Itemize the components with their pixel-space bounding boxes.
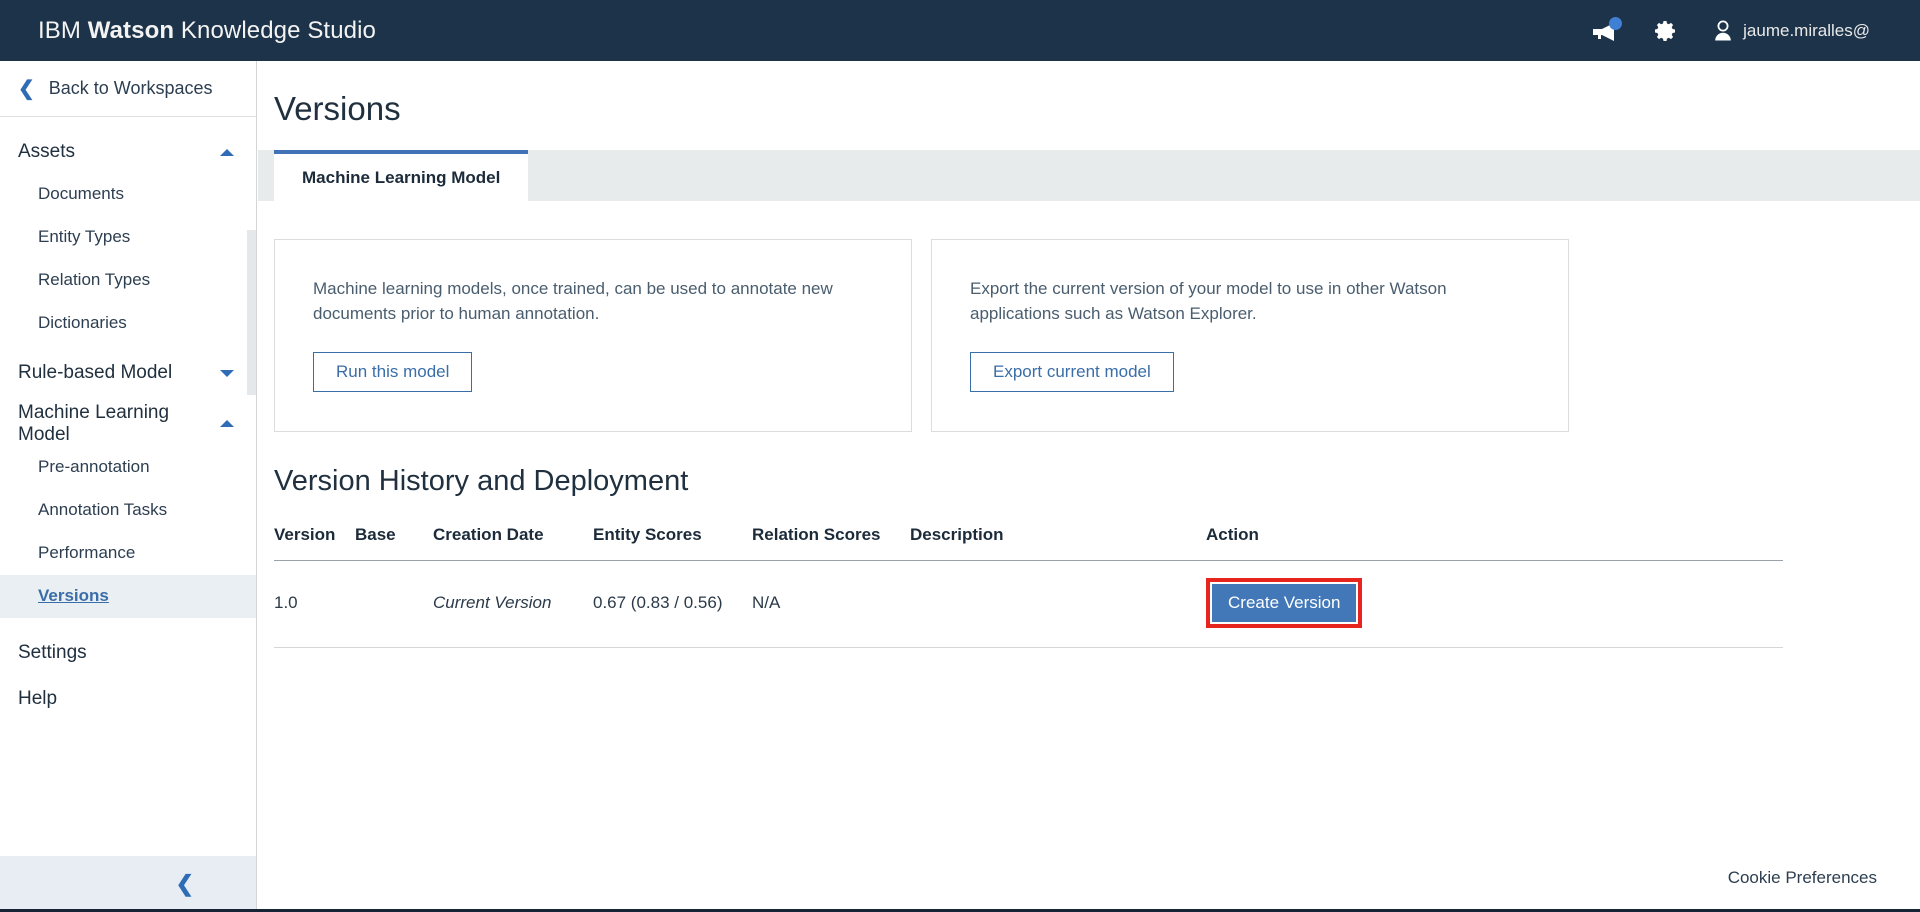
- sidebar-item-versions[interactable]: Versions: [0, 574, 256, 618]
- sidebar-nav: Assets Documents Entity Types Relation T…: [0, 117, 256, 856]
- column-header-entity-scores: Entity Scores: [593, 525, 752, 561]
- cell-action: Create Version: [1206, 560, 1783, 648]
- cell-relation-scores: N/A: [752, 560, 910, 648]
- sidebar-item-label: Documents: [38, 183, 124, 203]
- announcement-button[interactable]: [1590, 16, 1623, 42]
- sidebar-group-assets[interactable]: Assets: [0, 132, 256, 172]
- table-body: 1.0 Current Version 0.67 (0.83 / 0.56) N…: [274, 560, 1783, 648]
- back-to-workspaces-label: Back to Workspaces: [48, 78, 213, 98]
- brand-prefix: IBM: [38, 16, 88, 44]
- sidebar-item-label: Relation Types: [38, 269, 151, 289]
- run-this-model-button[interactable]: Run this model: [313, 352, 473, 393]
- cookie-preferences-link[interactable]: Cookie Preferences: [1728, 868, 1877, 888]
- sidebar-item-performance[interactable]: Performance: [0, 532, 256, 575]
- app-title: IBM Watson Knowledge Studio: [38, 17, 376, 45]
- column-header-creation-date: Creation Date: [433, 525, 593, 561]
- cell-version: 1.0: [274, 560, 355, 648]
- back-to-workspaces-button[interactable]: ❮ Back to Workspaces: [0, 61, 256, 117]
- run-this-model-label: Run this model: [336, 362, 450, 382]
- run-model-card: Machine learning models, once trained, c…: [274, 239, 912, 432]
- cell-base: [355, 560, 433, 648]
- cookie-preferences-label: Cookie Preferences: [1727, 868, 1877, 887]
- table-header-row: Version Base Creation Date Entity Scores…: [274, 525, 1783, 561]
- sidebar-item-label: Dictionaries: [38, 312, 127, 332]
- brand-bold: Watson: [87, 16, 175, 44]
- column-header-description: Description: [910, 525, 1206, 561]
- create-version-highlight-annotation: Create Version: [1206, 578, 1363, 628]
- action-cards: Machine learning models, once trained, c…: [258, 201, 1920, 432]
- main-content: Versions Machine Learning Model Machine …: [258, 61, 1920, 912]
- create-version-button[interactable]: Create Version: [1212, 584, 1357, 622]
- sidebar-item-entity-types[interactable]: Entity Types: [0, 215, 256, 258]
- version-history-table: Version Base Creation Date Entity Scores…: [274, 525, 1783, 648]
- app-header: IBM Watson Knowledge Studio jaume.mirall…: [0, 0, 1920, 61]
- export-current-model-label: Export current model: [993, 362, 1151, 382]
- cell-description: [910, 560, 1206, 648]
- sidebar-group-label: Rule-based Model: [18, 362, 173, 384]
- sidebar-item-label: Performance: [38, 543, 136, 563]
- sidebar-item-relation-types[interactable]: Relation Types: [0, 258, 256, 301]
- sidebar-collapse-button[interactable]: ❮: [0, 856, 256, 912]
- sidebar-item-label: Entity Types: [38, 226, 131, 246]
- table-row: 1.0 Current Version 0.67 (0.83 / 0.56) N…: [274, 560, 1783, 648]
- column-header-version: Version: [274, 525, 355, 561]
- cell-entity-scores: 0.67 (0.83 / 0.56): [593, 560, 752, 648]
- chevron-left-icon: ❮: [175, 871, 194, 896]
- create-version-label: Create Version: [1228, 593, 1341, 612]
- sidebar-group-label: Machine Learning Model: [18, 402, 170, 445]
- chevron-left-icon: ❮: [18, 77, 35, 100]
- user-menu[interactable]: jaume.miralles@: [1712, 19, 1870, 42]
- section-title-version-history: Version History and Deployment: [274, 465, 689, 497]
- sidebar-scrollbar[interactable]: [247, 230, 256, 395]
- sidebar-item-pre-annotation[interactable]: Pre-annotation: [0, 446, 256, 489]
- table-head: Version Base Creation Date Entity Scores…: [274, 525, 1783, 561]
- settings-button[interactable]: [1654, 19, 1678, 43]
- sidebar-item-dictionaries[interactable]: Dictionaries: [0, 301, 256, 344]
- export-model-description: Export the current version of your model…: [970, 279, 1447, 323]
- tab-machine-learning-model[interactable]: Machine Learning Model: [274, 150, 529, 201]
- caret-up-icon: [220, 148, 234, 156]
- export-current-model-button[interactable]: Export current model: [970, 352, 1174, 393]
- tab-bar: Machine Learning Model: [258, 150, 1920, 201]
- caret-up-icon: [220, 420, 234, 428]
- sidebar-item-annotation-tasks[interactable]: Annotation Tasks: [0, 489, 256, 532]
- sidebar: ❮ Back to Workspaces Assets Documents En…: [0, 61, 257, 912]
- sidebar-item-documents[interactable]: Documents: [0, 172, 256, 215]
- tab-label: Machine Learning Model: [302, 167, 501, 187]
- sidebar-item-label: Pre-annotation: [38, 457, 150, 477]
- cell-creation-date: Current Version: [433, 560, 593, 648]
- sidebar-item-label: Annotation Tasks: [38, 500, 168, 520]
- sidebar-group-machine-learning-model[interactable]: Machine Learning Model: [0, 402, 256, 446]
- brand-suffix: Knowledge Studio: [174, 16, 376, 44]
- sidebar-item-label: Versions: [38, 586, 109, 606]
- column-header-relation-scores: Relation Scores: [752, 525, 910, 561]
- notification-badge: [1609, 16, 1623, 30]
- column-header-base: Base: [355, 525, 433, 561]
- column-header-action: Action: [1206, 525, 1783, 561]
- sidebar-group-rule-based-model[interactable]: Rule-based Model: [0, 353, 256, 393]
- sidebar-item-help[interactable]: Help: [0, 676, 256, 722]
- header-actions: jaume.miralles@: [1590, 0, 1920, 61]
- page-title: Versions: [274, 90, 401, 127]
- sidebar-group-label: Assets: [18, 141, 76, 163]
- user-avatar-icon: [1715, 20, 1731, 41]
- run-model-description: Machine learning models, once trained, c…: [313, 279, 833, 323]
- user-email-label: jaume.miralles@: [1743, 20, 1870, 40]
- export-model-card: Export the current version of your model…: [931, 239, 1569, 432]
- gear-icon: [1655, 20, 1676, 41]
- caret-down-icon: [220, 369, 234, 377]
- sidebar-item-settings[interactable]: Settings: [0, 630, 256, 676]
- sidebar-item-label: Settings: [18, 641, 87, 663]
- sidebar-item-label: Help: [18, 687, 58, 709]
